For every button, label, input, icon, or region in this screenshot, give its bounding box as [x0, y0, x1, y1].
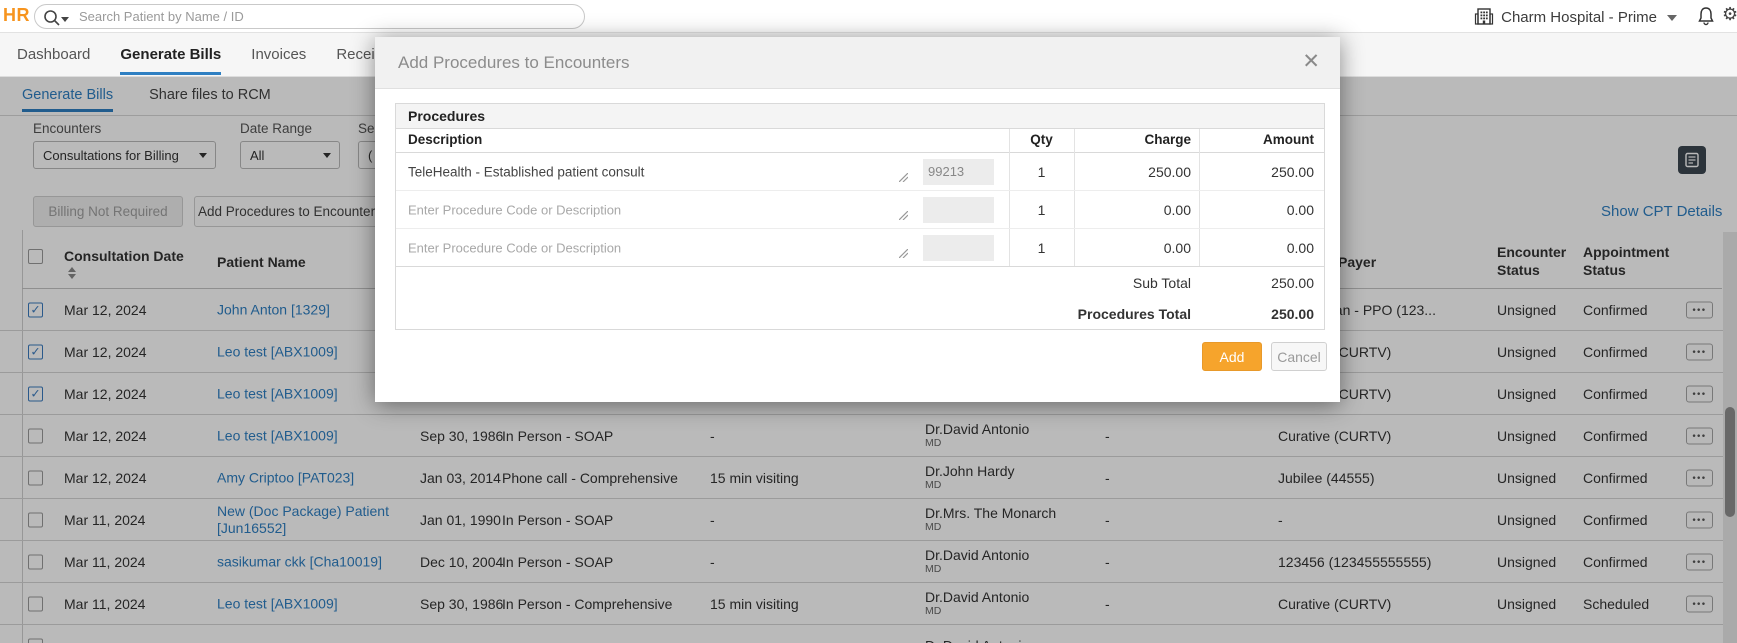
- charge-cell: 0.00: [1163, 201, 1191, 218]
- cancel-button[interactable]: Cancel: [1271, 342, 1327, 371]
- amount-column-header: Amount: [1263, 132, 1314, 147]
- amount-cell: 250.00: [1271, 163, 1314, 180]
- procedure-rows: TeleHealth - Established patient consult…: [396, 153, 1324, 267]
- add-procedures-modal: Add Procedures to Encounters ✕ Procedure…: [375, 37, 1340, 402]
- nav-item-invoices[interactable]: Invoices: [251, 34, 306, 75]
- procedure-row: TeleHealth - Established patient consult…: [396, 153, 1324, 191]
- qty-column-header: Qty: [1030, 132, 1053, 147]
- app-logo: HR: [3, 5, 30, 25]
- charge-column-header: Charge: [1144, 132, 1191, 147]
- app-screen: HR Charm Hospital - Prime ⚙ Dashboard Gen…: [0, 0, 1737, 643]
- procedure-row: Enter Procedure Code or Description 1 0.00…: [396, 191, 1324, 229]
- qty-cell: 1: [1037, 201, 1046, 218]
- nav-item-dashboard[interactable]: Dashboard: [17, 34, 90, 75]
- procedure-description-input[interactable]: Enter Procedure Code or Description: [408, 240, 888, 255]
- procedure-code-input[interactable]: [923, 158, 994, 185]
- search-icon: [43, 9, 61, 30]
- procedure-description-input[interactable]: Enter Procedure Code or Description: [408, 202, 888, 217]
- procedures-section-title: Procedures: [396, 104, 1324, 129]
- amount-cell: 0.00: [1286, 239, 1314, 256]
- qty-cell: 1: [1037, 239, 1046, 256]
- charge-cell: 250.00: [1148, 163, 1191, 180]
- subtotal-label: Sub Total: [1132, 275, 1191, 291]
- top-bar: HR Charm Hospital - Prime ⚙: [0, 0, 1737, 33]
- procedure-row: Enter Procedure Code or Description 1 0.00…: [396, 229, 1324, 267]
- description-column-header: Description: [408, 132, 483, 147]
- subtotal-row: Sub Total 250.00: [396, 267, 1324, 298]
- resize-grip-icon: [898, 245, 909, 261]
- notifications-bell-icon[interactable]: [1697, 6, 1715, 29]
- patient-search: [34, 4, 585, 29]
- charge-cell: 0.00: [1163, 239, 1191, 256]
- qty-cell: 1: [1037, 163, 1046, 180]
- resize-grip-icon: [898, 169, 909, 185]
- procedure-code-input[interactable]: [923, 234, 994, 261]
- modal-header: Add Procedures to Encounters ✕: [375, 37, 1340, 89]
- org-switcher[interactable]: Charm Hospital - Prime: [1474, 7, 1677, 28]
- amount-cell: 0.00: [1286, 201, 1314, 218]
- settings-gear-icon[interactable]: ⚙: [1722, 4, 1737, 25]
- search-scope-caret-icon[interactable]: [61, 17, 69, 22]
- org-caret-icon: [1667, 14, 1677, 21]
- subtotal-value: 250.00: [1271, 275, 1314, 291]
- org-name: Charm Hospital - Prime: [1501, 9, 1657, 26]
- nav-item-generate-bills[interactable]: Generate Bills: [120, 34, 221, 75]
- add-button[interactable]: Add: [1202, 342, 1262, 371]
- procedure-description-input[interactable]: TeleHealth - Established patient consult: [408, 164, 888, 179]
- modal-title: Add Procedures to Encounters: [398, 53, 630, 72]
- procedures-box: Procedures Description Qty Charge Amount…: [395, 103, 1325, 330]
- hospital-icon: [1474, 7, 1494, 28]
- procedures-column-headers: Description Qty Charge Amount: [396, 129, 1324, 153]
- procedure-code-input[interactable]: [923, 196, 994, 223]
- resize-grip-icon: [898, 207, 909, 223]
- procedures-total-row: Procedures Total 250.00: [396, 298, 1324, 329]
- procedures-total-value: 250.00: [1271, 306, 1314, 322]
- search-input[interactable]: [79, 6, 569, 27]
- procedures-total-label: Procedures Total: [1077, 306, 1191, 322]
- close-icon[interactable]: ✕: [1302, 51, 1320, 73]
